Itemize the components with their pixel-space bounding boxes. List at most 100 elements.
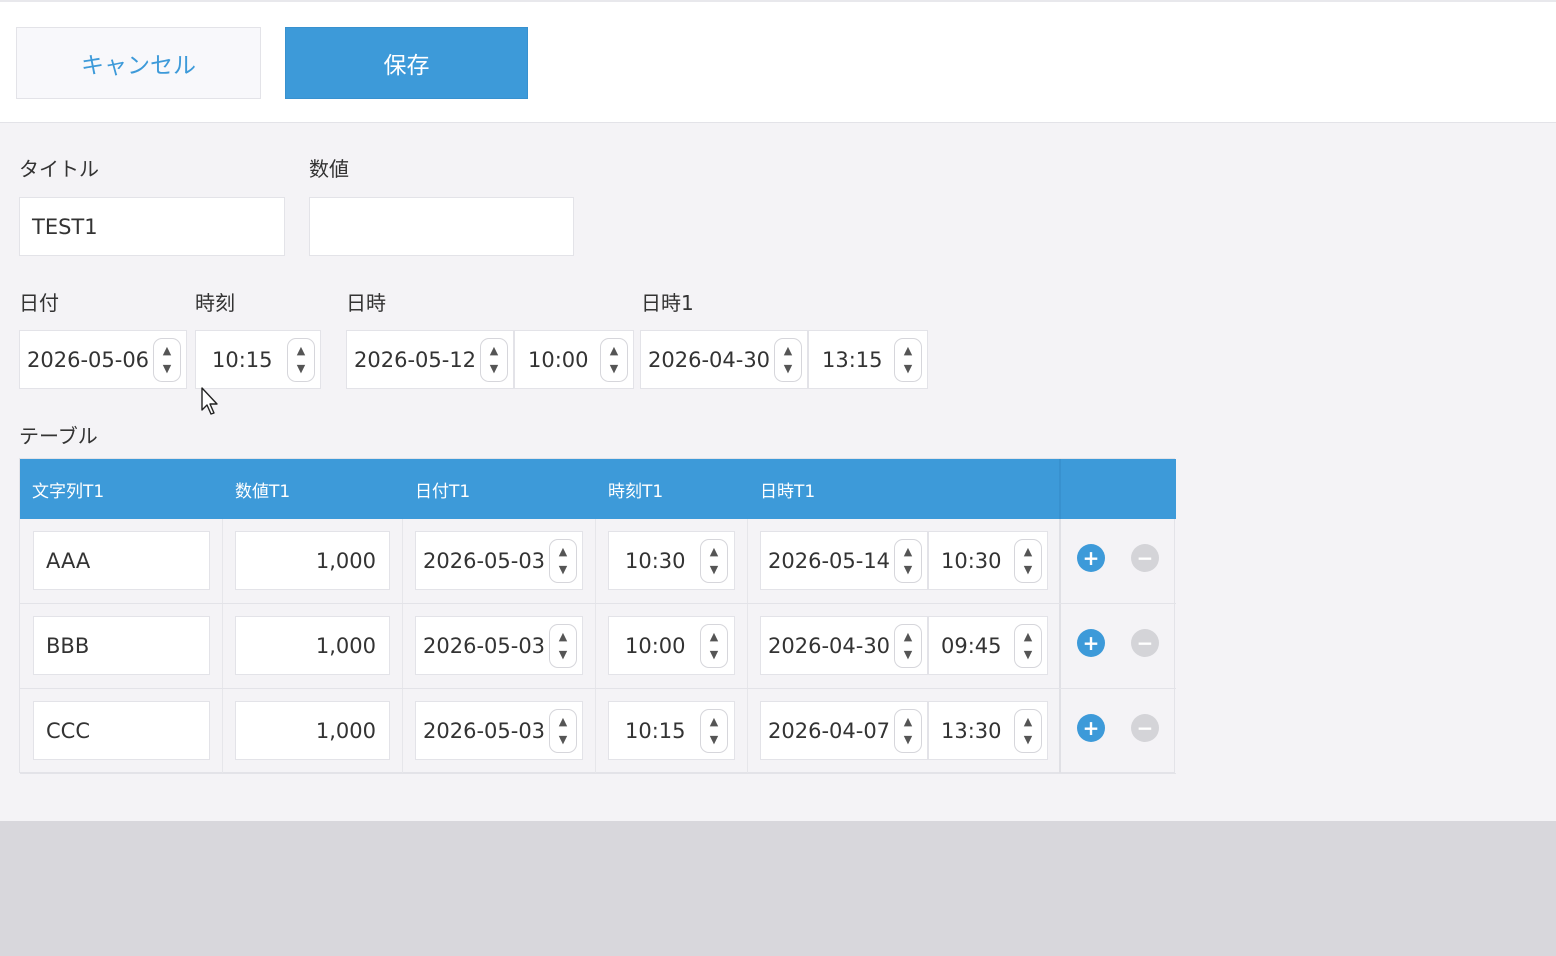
- datetime-date-spinner[interactable]: ▲ ▼: [480, 338, 508, 382]
- spin-up-icon[interactable]: ▲: [1024, 543, 1032, 561]
- time-input[interactable]: 10:15 ▲ ▼: [195, 330, 321, 389]
- row-time-input[interactable]: 10:30 ▲ ▼: [608, 531, 735, 590]
- remove-row-icon[interactable]: −: [1131, 629, 1159, 657]
- title-input[interactable]: TEST1: [19, 197, 285, 256]
- datetime-time-input[interactable]: 10:00 ▲ ▼: [514, 330, 634, 389]
- spin-down-icon[interactable]: ▼: [610, 360, 618, 378]
- row-date-value: 2026-05-03: [423, 718, 546, 743]
- row-datetime-date-spinner[interactable]: ▲ ▼: [894, 539, 922, 583]
- number-input[interactable]: [309, 197, 574, 256]
- spin-down-icon[interactable]: ▼: [904, 731, 912, 749]
- row-datetime-time-spinner[interactable]: ▲ ▼: [1014, 709, 1042, 753]
- row-datetime-date-spinner[interactable]: ▲ ▼: [894, 709, 922, 753]
- spin-up-icon[interactable]: ▲: [784, 342, 792, 360]
- spin-down-icon[interactable]: ▼: [904, 561, 912, 579]
- row-text-input[interactable]: CCC: [33, 701, 210, 760]
- datetime1-date-spinner[interactable]: ▲ ▼: [774, 338, 802, 382]
- spin-up-icon[interactable]: ▲: [559, 713, 567, 731]
- add-row-icon[interactable]: +: [1077, 629, 1105, 657]
- spin-down-icon[interactable]: ▼: [297, 360, 305, 378]
- row-datetime-time-spinner[interactable]: ▲ ▼: [1014, 624, 1042, 668]
- row-time-input[interactable]: 10:00 ▲ ▼: [608, 616, 735, 675]
- spin-up-icon[interactable]: ▲: [610, 342, 618, 360]
- spin-down-icon[interactable]: ▼: [163, 360, 171, 378]
- row-time-spinner[interactable]: ▲ ▼: [700, 709, 728, 753]
- spin-up-icon[interactable]: ▲: [904, 713, 912, 731]
- remove-row-icon[interactable]: −: [1131, 714, 1159, 742]
- row-date-input[interactable]: 2026-05-03 ▲ ▼: [415, 701, 583, 760]
- row-datetime-date-input[interactable]: 2026-04-07 ▲ ▼: [760, 701, 928, 760]
- row-datetime-date-input[interactable]: 2026-05-14 ▲ ▼: [760, 531, 928, 590]
- cancel-button[interactable]: キャンセル: [16, 27, 261, 99]
- spin-down-icon[interactable]: ▼: [559, 561, 567, 579]
- spin-up-icon[interactable]: ▲: [559, 543, 567, 561]
- date-spinner[interactable]: ▲ ▼: [153, 338, 181, 382]
- spin-up-icon[interactable]: ▲: [710, 543, 718, 561]
- time-spinner[interactable]: ▲ ▼: [287, 338, 315, 382]
- row-date-spinner[interactable]: ▲ ▼: [549, 624, 577, 668]
- row-datetime-time-input[interactable]: 10:30 ▲ ▼: [928, 531, 1048, 590]
- datetime1-date-input[interactable]: 2026-04-30 ▲ ▼: [640, 330, 808, 389]
- date-field-label: 日付: [19, 291, 59, 315]
- row-date-spinner[interactable]: ▲ ▼: [549, 539, 577, 583]
- record-form: タイトル TEST1 数値 日付 2026-05-06 ▲ ▼ 時刻 10:15 …: [0, 123, 1556, 821]
- datetime-time-spinner[interactable]: ▲ ▼: [600, 338, 628, 382]
- datetime1-field-label: 日時1: [641, 291, 694, 315]
- row-datetime-time-input[interactable]: 09:45 ▲ ▼: [928, 616, 1048, 675]
- spin-up-icon[interactable]: ▲: [490, 342, 498, 360]
- spin-down-icon[interactable]: ▼: [710, 561, 718, 579]
- spin-down-icon[interactable]: ▼: [710, 731, 718, 749]
- row-time-input[interactable]: 10:15 ▲ ▼: [608, 701, 735, 760]
- spin-down-icon[interactable]: ▼: [904, 360, 912, 378]
- row-date-input[interactable]: 2026-05-03 ▲ ▼: [415, 531, 583, 590]
- datetime1-time-spinner[interactable]: ▲ ▼: [894, 338, 922, 382]
- spin-down-icon[interactable]: ▼: [559, 731, 567, 749]
- date-input[interactable]: 2026-05-06 ▲ ▼: [19, 330, 187, 389]
- table-row: CCC 1,000 2026-05-03 ▲ ▼ 10:15 ▲ ▼ 2026-04…: [20, 689, 1176, 774]
- spin-down-icon[interactable]: ▼: [1024, 646, 1032, 664]
- row-datetime-date-spinner[interactable]: ▲ ▼: [894, 624, 922, 668]
- spin-down-icon[interactable]: ▼: [1024, 561, 1032, 579]
- spin-down-icon[interactable]: ▼: [904, 646, 912, 664]
- spin-down-icon[interactable]: ▼: [710, 646, 718, 664]
- row-date-spinner[interactable]: ▲ ▼: [549, 709, 577, 753]
- row-datetime-time-spinner[interactable]: ▲ ▼: [1014, 539, 1042, 583]
- spin-up-icon[interactable]: ▲: [1024, 628, 1032, 646]
- spin-down-icon[interactable]: ▼: [559, 646, 567, 664]
- datetime-date-value: 2026-05-12: [354, 347, 477, 372]
- spin-down-icon[interactable]: ▼: [784, 360, 792, 378]
- spin-up-icon[interactable]: ▲: [163, 342, 171, 360]
- row-number-input[interactable]: 1,000: [235, 616, 390, 675]
- save-button[interactable]: 保存: [285, 27, 528, 99]
- add-row-icon[interactable]: +: [1077, 714, 1105, 742]
- spin-up-icon[interactable]: ▲: [297, 342, 305, 360]
- spin-up-icon[interactable]: ▲: [904, 543, 912, 561]
- spin-up-icon[interactable]: ▲: [904, 628, 912, 646]
- datetime1-time-value: 13:15: [822, 347, 883, 372]
- remove-row-icon[interactable]: −: [1131, 544, 1159, 572]
- row-number-input[interactable]: 1,000: [235, 701, 390, 760]
- row-number-input[interactable]: 1,000: [235, 531, 390, 590]
- spin-up-icon[interactable]: ▲: [559, 628, 567, 646]
- subtable: 文字列T1 数値T1 日付T1 時刻T1 日時T1 AAA 1,000 2026…: [19, 458, 1176, 774]
- header-divider: [1059, 459, 1061, 519]
- spin-up-icon[interactable]: ▲: [710, 713, 718, 731]
- date-value: 2026-05-06: [27, 347, 150, 372]
- row-datetime-time-input[interactable]: 13:30 ▲ ▼: [928, 701, 1048, 760]
- row-text-input[interactable]: AAA: [33, 531, 210, 590]
- table-header: 文字列T1 数値T1 日付T1 時刻T1 日時T1: [20, 459, 1176, 519]
- title-field-label: タイトル: [19, 157, 99, 181]
- spin-down-icon[interactable]: ▼: [490, 360, 498, 378]
- row-time-spinner[interactable]: ▲ ▼: [700, 624, 728, 668]
- add-row-icon[interactable]: +: [1077, 544, 1105, 572]
- row-date-input[interactable]: 2026-05-03 ▲ ▼: [415, 616, 583, 675]
- datetime-date-input[interactable]: 2026-05-12 ▲ ▼: [346, 330, 514, 389]
- row-datetime-date-input[interactable]: 2026-04-30 ▲ ▼: [760, 616, 928, 675]
- spin-down-icon[interactable]: ▼: [1024, 731, 1032, 749]
- row-time-spinner[interactable]: ▲ ▼: [700, 539, 728, 583]
- spin-up-icon[interactable]: ▲: [1024, 713, 1032, 731]
- spin-up-icon[interactable]: ▲: [904, 342, 912, 360]
- datetime1-time-input[interactable]: 13:15 ▲ ▼: [808, 330, 928, 389]
- spin-up-icon[interactable]: ▲: [710, 628, 718, 646]
- row-text-input[interactable]: BBB: [33, 616, 210, 675]
